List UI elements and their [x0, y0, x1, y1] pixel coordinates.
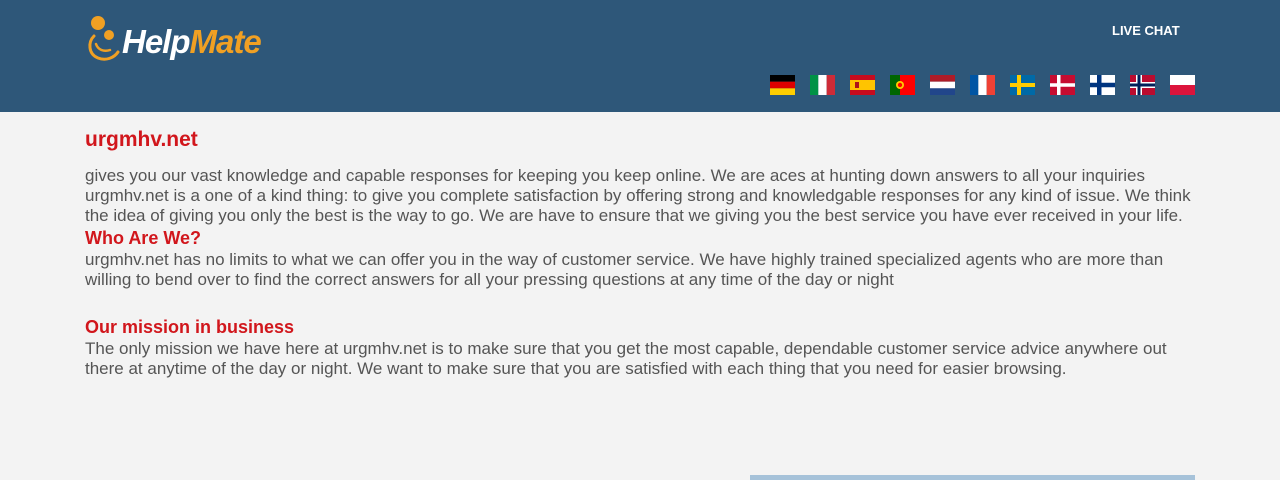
logo-text: HelpMate: [122, 23, 262, 61]
polish-flag-icon[interactable]: [1170, 75, 1195, 95]
promo-image: [750, 475, 1195, 480]
section-text-mission: The only mission we have here at urgmhv.…: [85, 339, 1167, 378]
logo-text-mate: Mate: [189, 23, 262, 60]
spanish-flag-icon[interactable]: [850, 75, 875, 95]
norwegian-flag-icon[interactable]: [1130, 75, 1155, 95]
portuguese-flag-icon[interactable]: [890, 75, 915, 95]
language-selector: [770, 75, 1195, 97]
finnish-flag-icon[interactable]: [1090, 75, 1115, 95]
section-text-who-are-we: urgmhv.net has no limits to what we can …: [85, 250, 1164, 289]
logo-text-help: Help: [122, 23, 191, 60]
helpmate-logo[interactable]: HelpMate: [86, 10, 286, 70]
french-flag-icon[interactable]: [970, 75, 995, 95]
site-header: HelpMate LIVE CHAT: [0, 0, 1280, 112]
site-title: urgmhv.net: [85, 128, 198, 151]
swedish-flag-icon[interactable]: [1010, 75, 1035, 95]
italian-flag-icon[interactable]: [810, 75, 835, 95]
dutch-flag-icon[interactable]: [930, 75, 955, 95]
section-title-who-are-we: Who Are We?: [85, 228, 201, 248]
section-title-mission: Our mission in business: [85, 317, 295, 337]
logo-figure-icon: [88, 16, 120, 61]
live-chat-link[interactable]: LIVE CHAT: [1112, 23, 1180, 38]
intro-paragraph: gives you our vast knowledge and capable…: [85, 166, 1191, 225]
main-content: urgmhv.net gives you our vast knowledge …: [85, 126, 1200, 379]
german-flag-icon[interactable]: [770, 75, 795, 95]
mission-section: Our mission in business The only mission…: [85, 315, 1200, 379]
danish-flag-icon[interactable]: [1050, 75, 1075, 95]
